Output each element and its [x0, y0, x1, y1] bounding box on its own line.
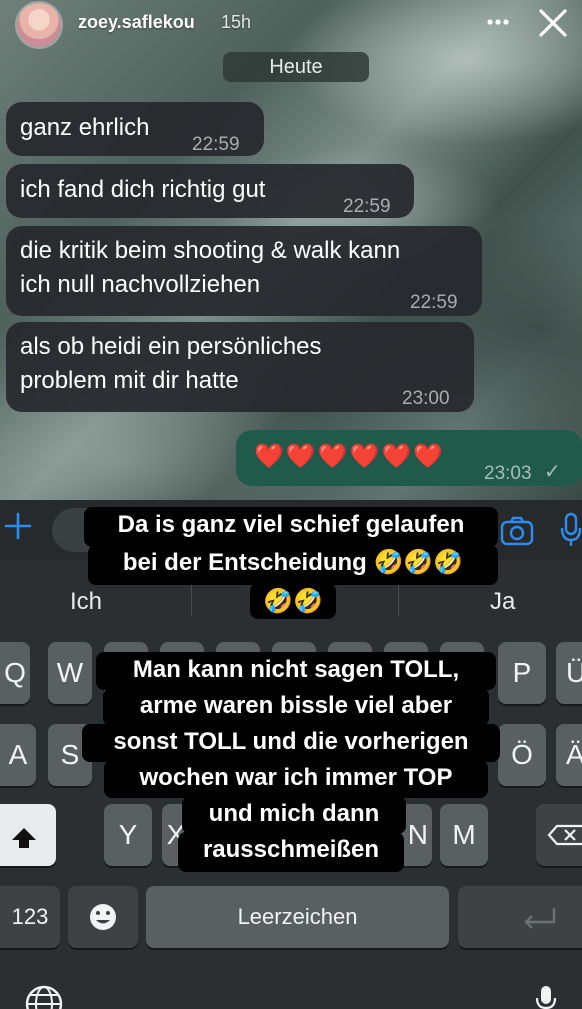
dictation-microphone-icon[interactable]: [534, 984, 558, 1009]
emoji-key[interactable]: [68, 886, 138, 948]
caption-bottom-line: wochen war ich immer TOP: [104, 760, 488, 798]
key-y[interactable]: Y: [104, 804, 152, 866]
caption-text: Da is ganz viel schief gelaufen: [117, 511, 465, 538]
message-time: 22:59: [343, 196, 391, 217]
story-header: zoey.saflekou 15h: [0, 0, 582, 48]
return-icon: [524, 908, 556, 929]
return-key[interactable]: [458, 886, 582, 948]
suggestion-divider: [191, 580, 192, 616]
key-oe[interactable]: Ö: [498, 724, 546, 786]
message-time: 22:59: [192, 134, 240, 155]
key-a[interactable]: A: [0, 724, 36, 786]
more-horizontal-icon[interactable]: [484, 8, 512, 36]
key-ae[interactable]: Ä: [556, 724, 582, 786]
caption-bottom-line: sonst TOLL und die vorherigen: [82, 724, 500, 762]
suggestion-ich[interactable]: Ich: [70, 588, 102, 616]
plus-icon[interactable]: [4, 512, 32, 540]
key-w[interactable]: W: [48, 642, 92, 704]
caption-bottom-line: arme waren bissle viel aber: [103, 688, 489, 726]
emoji-icon: [90, 904, 116, 930]
shift-key[interactable]: [0, 804, 56, 866]
message-text-line: ich null nachvollziehen: [20, 271, 261, 298]
caption-text: 🤣🤣: [263, 587, 323, 615]
key-q[interactable]: Q: [0, 642, 30, 704]
key-ue[interactable]: Ü: [556, 642, 582, 704]
message-text-line: als ob heidi ein persönliches: [20, 333, 322, 360]
numbers-key[interactable]: 123: [0, 886, 60, 948]
message-bubble[interactable]: ganz ehrlich 22:59: [6, 102, 264, 156]
caption-text: rausschmeißen: [202, 836, 380, 863]
message-bubble[interactable]: die kritik beim shooting & walk kann ich…: [6, 226, 482, 316]
camera-icon[interactable]: [500, 516, 534, 546]
close-icon[interactable]: [536, 6, 570, 40]
username[interactable]: zoey.saflekou: [78, 12, 195, 33]
message-text-line: die kritik beim shooting & walk kann: [20, 237, 401, 264]
caption-text: arme waren bissle viel aber: [139, 692, 453, 719]
globe-icon[interactable]: [24, 984, 64, 1009]
message-time: 23:00: [402, 388, 450, 409]
caption-top-line: Da is ganz viel schief gelaufen: [84, 507, 498, 547]
message-time: 23:03: [484, 463, 532, 484]
shift-icon: [12, 828, 36, 848]
story-time-ago: 15h: [221, 12, 252, 32]
suggestion-divider: [398, 580, 399, 616]
caption-text: sonst TOLL und die vorherigen: [113, 728, 469, 755]
caption-text: Man kann nicht sagen TOLL,: [132, 656, 460, 683]
avatar[interactable]: [17, 3, 61, 47]
read-check-icon: ✓: [544, 461, 561, 483]
caption-top-line: bei der Entscheidung 🤣🤣🤣: [88, 545, 498, 585]
outgoing-message-bubble[interactable]: ❤️❤️❤️❤️❤️❤️ 23:03 ✓: [236, 430, 582, 486]
story-screen: zoey.saflekou 15h Heute ganz ehrlich 22:…: [0, 0, 582, 1009]
space-key[interactable]: Leerzeichen: [146, 886, 449, 948]
heart-emojis: ❤️❤️❤️❤️❤️❤️: [254, 442, 446, 470]
message-bubble[interactable]: ich fand dich richtig gut 22:59: [6, 164, 414, 218]
message-bubble[interactable]: als ob heidi ein persönliches problem mi…: [6, 322, 474, 412]
microphone-icon[interactable]: [560, 512, 582, 548]
message-text: ganz ehrlich: [20, 114, 150, 141]
caption-text: bei der Entscheidung 🤣🤣🤣: [122, 549, 464, 576]
caption-text: und mich dann: [208, 800, 380, 827]
key-m[interactable]: M: [440, 804, 488, 866]
message-time: 22:59: [410, 292, 458, 313]
backspace-key[interactable]: [536, 804, 582, 866]
caption-bottom-line: und mich dann: [182, 796, 406, 834]
caption-bottom-line: rausschmeißen: [178, 832, 404, 872]
caption-bottom-line: Man kann nicht sagen TOLL,: [96, 652, 496, 690]
backspace-icon: [547, 824, 582, 846]
caption-text: wochen war ich immer TOP: [139, 764, 453, 791]
message-text-line: problem mit dir hatte: [20, 367, 239, 394]
message-text: ich fand dich richtig gut: [20, 176, 266, 203]
caption-top-line: 🤣🤣: [250, 583, 336, 619]
date-separator: Heute: [223, 52, 369, 82]
key-p[interactable]: P: [498, 642, 546, 704]
suggestion-ja[interactable]: Ja: [490, 588, 515, 616]
